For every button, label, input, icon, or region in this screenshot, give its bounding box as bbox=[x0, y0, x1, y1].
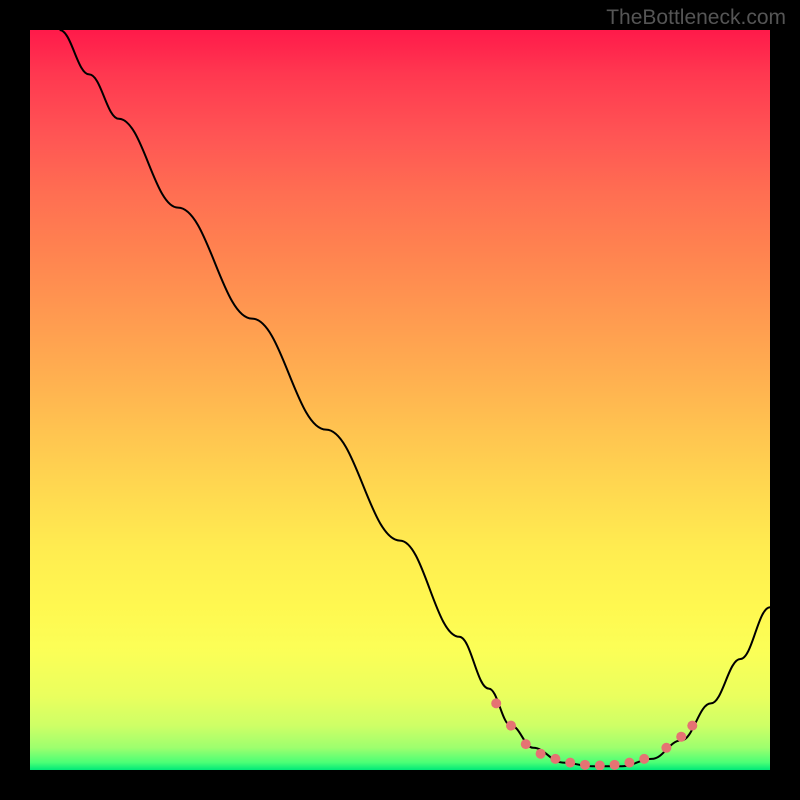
curve-markers bbox=[491, 698, 697, 770]
curve-marker bbox=[676, 732, 686, 742]
curve-marker bbox=[687, 721, 697, 731]
curve-marker bbox=[610, 760, 620, 770]
curve-marker bbox=[580, 760, 590, 770]
curve-marker bbox=[639, 754, 649, 764]
curve-marker bbox=[624, 758, 634, 768]
curve-svg bbox=[30, 30, 770, 770]
curve-marker bbox=[661, 743, 671, 753]
curve-marker bbox=[565, 758, 575, 768]
curve-marker bbox=[550, 754, 560, 764]
curve-marker bbox=[521, 739, 531, 749]
curve-marker bbox=[506, 721, 516, 731]
curve-marker bbox=[595, 761, 605, 770]
attribution-text: TheBottleneck.com bbox=[606, 6, 786, 30]
curve-marker bbox=[491, 698, 501, 708]
bottleneck-curve bbox=[60, 30, 770, 766]
curve-marker bbox=[536, 749, 546, 759]
plot-area bbox=[30, 30, 770, 770]
